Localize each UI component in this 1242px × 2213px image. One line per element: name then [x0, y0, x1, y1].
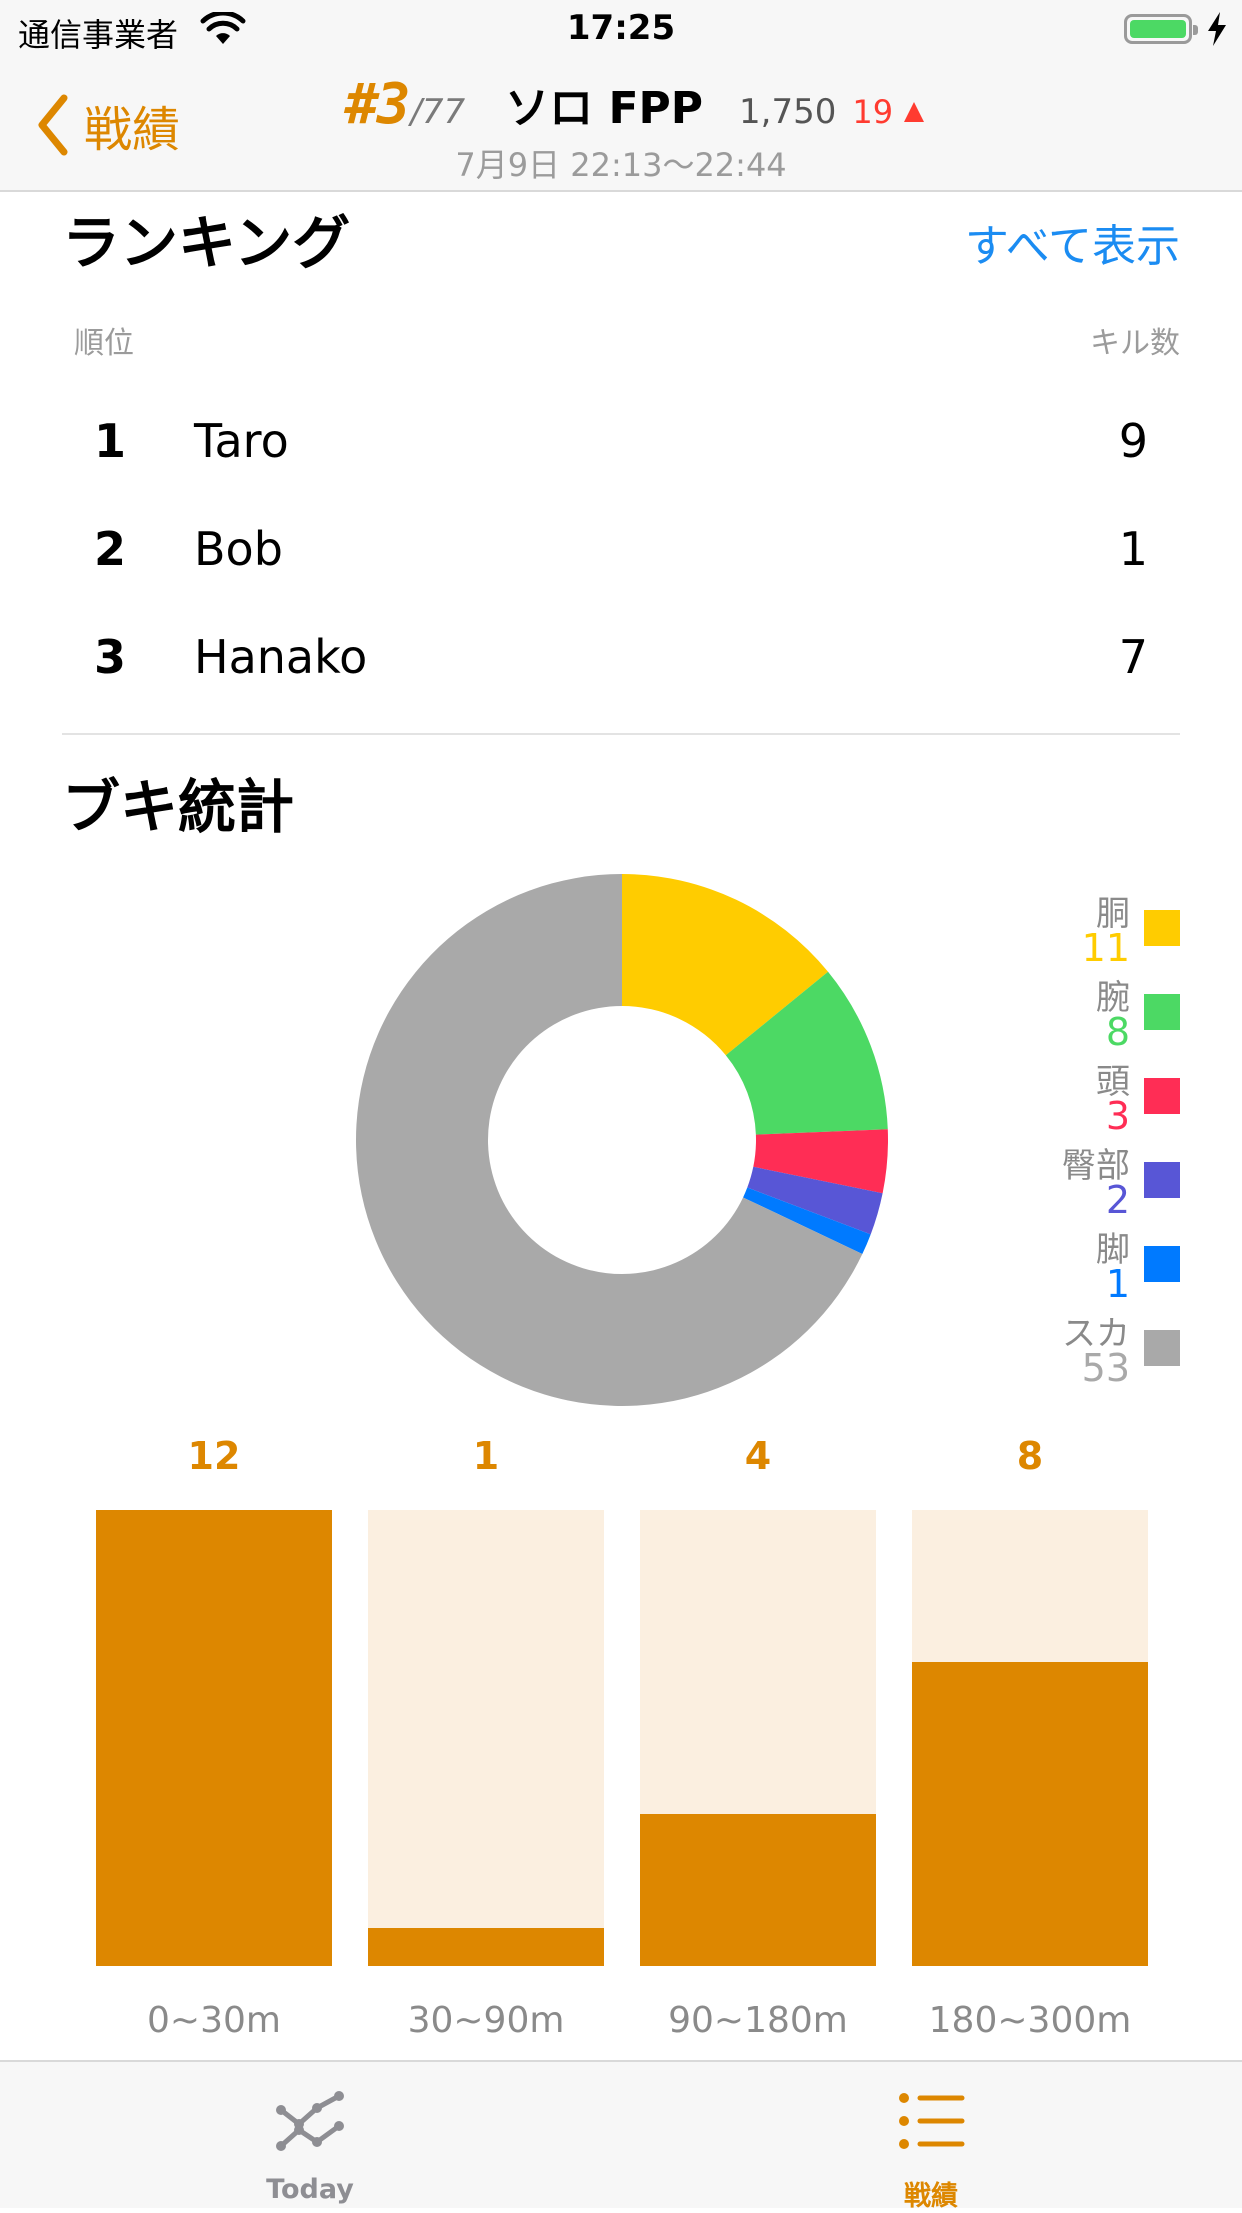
distance-bar — [368, 1928, 604, 1966]
player-name: Bob — [194, 522, 283, 576]
legend-item: 胴 11 — [1000, 886, 1180, 970]
distance-count-label: 4 — [744, 1434, 772, 1478]
kill-count: 1 — [1118, 522, 1148, 576]
show-all-link[interactable]: すべて表示 — [965, 210, 1180, 274]
ranking-title: ランキング — [62, 209, 351, 277]
distance-bar-column: 4 90~180m — [640, 1430, 876, 2080]
ranking-position: 1 — [94, 414, 127, 468]
tab-records[interactable]: 戦績 — [781, 2062, 1081, 2212]
legend-swatch — [1144, 1078, 1180, 1114]
legend-value: 3 — [1105, 1094, 1130, 1138]
rating-delta: 19 — [852, 93, 894, 131]
navigation-bar: 戦績 #3 /77 ソロ FPP 1,750 19 7月9日 22:13〜22:… — [0, 60, 1242, 192]
legend-swatch — [1144, 910, 1180, 946]
charging-bolt-icon — [1208, 12, 1226, 46]
match-mode: ソロ FPP — [505, 83, 704, 134]
rating-value: 1,750 — [739, 92, 837, 132]
hit-location-donut-chart — [355, 874, 888, 1406]
distance-bar — [640, 1814, 876, 1966]
battery-icon — [1124, 14, 1198, 44]
player-name: Hanako — [194, 630, 368, 684]
ranking-row: 2 Bob 1 — [62, 492, 1180, 600]
tab-bar: Today 戦績 — [0, 2060, 1242, 2212]
distance-range-label: 180~300m — [928, 2000, 1132, 2041]
ranking-row: 1 Taro 9 — [62, 384, 1180, 492]
distance-bar-track — [368, 1510, 604, 1966]
distance-count-label: 8 — [1016, 1434, 1044, 1478]
legend-swatch — [1144, 994, 1180, 1030]
ranking-position: 2 — [94, 522, 127, 576]
distance-range-label: 0~30m — [147, 2000, 281, 2041]
ranking-row: 3 Hanako 7 — [62, 600, 1180, 708]
distance-bar-track — [640, 1510, 876, 1966]
kill-count: 9 — [1118, 414, 1148, 468]
legend-item: 頭 3 — [1000, 1054, 1180, 1138]
tab-today-label: Today — [266, 2174, 354, 2205]
triangle-up-icon — [904, 102, 925, 122]
list-icon — [899, 2093, 965, 2149]
distance-count-label: 12 — [187, 1434, 241, 1478]
distance-bar-track — [912, 1510, 1148, 1966]
match-date: 7月9日 22:13〜22:44 — [455, 146, 787, 184]
distance-bar-column: 12 0~30m — [96, 1430, 332, 2080]
status-bar: 通信事業者 17:25 — [0, 0, 1242, 60]
legend-item: スカ 53 — [1000, 1306, 1180, 1390]
player-name: Taro — [194, 414, 289, 468]
section-divider — [62, 733, 1180, 735]
legend-item: 腕 8 — [1000, 970, 1180, 1054]
legend-value: 11 — [1081, 926, 1130, 970]
tab-records-label: 戦績 — [904, 2181, 958, 2212]
distance-count-label: 1 — [472, 1434, 500, 1478]
kills-column-header: キル数 — [1090, 326, 1180, 361]
legend-swatch — [1144, 1330, 1180, 1366]
legend-swatch — [1144, 1162, 1180, 1198]
rank-column-header: 順位 — [74, 326, 134, 361]
distance-bar-column: 1 30~90m — [368, 1430, 604, 2080]
legend-value: 1 — [1105, 1262, 1130, 1306]
distance-bar — [96, 1510, 332, 1966]
distance-range-label: 90~180m — [668, 2000, 848, 2041]
match-rank-total: /77 — [410, 92, 466, 132]
legend-swatch — [1144, 1246, 1180, 1282]
ranking-position: 3 — [94, 630, 127, 684]
distance-range-label: 30~90m — [407, 2000, 565, 2041]
legend-value: 8 — [1105, 1010, 1130, 1054]
distance-bar-track — [96, 1510, 332, 1966]
kill-count: 7 — [1118, 630, 1148, 684]
tab-today[interactable]: Today — [160, 2062, 460, 2208]
trend-chart-icon — [276, 2091, 344, 2151]
distance-bar — [912, 1662, 1148, 1966]
legend-value: 2 — [1105, 1178, 1130, 1222]
legend-item: 脚 1 — [1000, 1222, 1180, 1306]
distance-bar-column: 8 180~300m — [912, 1430, 1148, 2080]
legend-value: 53 — [1081, 1346, 1130, 1390]
match-summary: #3 /77 ソロ FPP 1,750 19 — [345, 72, 925, 137]
status-time: 17:25 — [566, 8, 676, 48]
legend-item: 臀部 2 — [1000, 1138, 1180, 1222]
match-rank: #3 — [345, 72, 410, 137]
weapon-stats-title: ブキ統計 — [62, 773, 295, 841]
